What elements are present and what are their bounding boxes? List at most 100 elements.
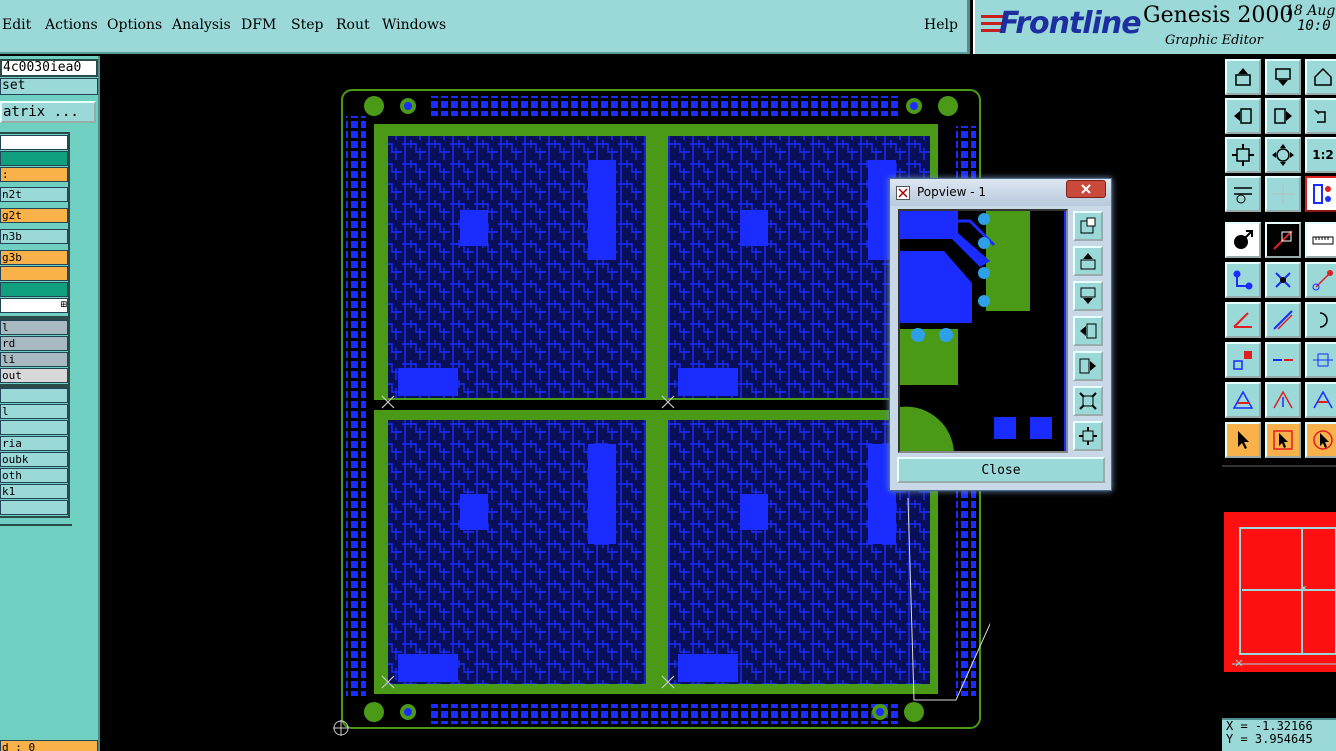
triangle-arrow-icon: [1273, 390, 1293, 409]
layer-row[interactable]: rd: [0, 336, 68, 351]
pv-page-right-button[interactable]: [1073, 351, 1103, 381]
menu-edit[interactable]: Edit: [2, 17, 31, 33]
pan-left-button[interactable]: [1225, 98, 1261, 134]
cross-button[interactable]: [1265, 262, 1301, 298]
brand-banner: Frontline Genesis 2000 Graphic Editor 18…: [973, 0, 1336, 54]
layer-row[interactable]: [0, 388, 68, 403]
matrix-button[interactable]: atrix ...: [0, 101, 96, 123]
popview-close-button[interactable]: Close: [897, 457, 1105, 483]
layer-row[interactable]: g2t: [0, 208, 68, 223]
layer-row[interactable]: ria: [0, 436, 68, 451]
measure-icon: [1273, 230, 1293, 250]
popview-title: Popview - 1: [917, 185, 986, 199]
pcb-button[interactable]: [1305, 176, 1336, 212]
line-button[interactable]: [1265, 302, 1301, 338]
select-box-button[interactable]: [1265, 422, 1301, 458]
divider: [0, 524, 72, 526]
point-button[interactable]: [1305, 262, 1336, 298]
zoom-fit-icon: [1232, 144, 1254, 166]
layer-row[interactable]: oubk: [0, 452, 68, 467]
layer-row[interactable]: oth: [0, 468, 68, 483]
select-button[interactable]: [1225, 422, 1261, 458]
circle-arrow-button[interactable]: [1225, 222, 1261, 258]
select-circle-button[interactable]: [1305, 422, 1336, 458]
layer-row[interactable]: l: [0, 320, 68, 335]
split-icon: [1273, 359, 1293, 361]
pv-fit-all-button[interactable]: [1073, 386, 1103, 416]
menu-help[interactable]: Help: [924, 17, 958, 33]
layer-row[interactable]: :: [0, 167, 68, 182]
menu-windows[interactable]: Windows: [382, 17, 446, 33]
pan-right-button[interactable]: [1265, 98, 1301, 134]
move-icon: [1233, 351, 1252, 370]
pv-page-up-button[interactable]: [1073, 246, 1103, 276]
pcb-icon: [1313, 184, 1331, 204]
home-button[interactable]: [1305, 59, 1336, 95]
arc-button[interactable]: [1305, 302, 1336, 338]
pv-fit-window-button[interactable]: [1073, 421, 1103, 451]
menu-options[interactable]: Options: [107, 17, 162, 33]
close-icon: [1081, 184, 1091, 194]
measure-button[interactable]: [1265, 222, 1301, 258]
ruler-icon: [1312, 236, 1334, 245]
menu-dfm[interactable]: DFM: [241, 17, 276, 33]
home-icon: [1314, 67, 1332, 86]
fit-window-icon: [1079, 427, 1097, 445]
layer-row[interactable]: [0, 151, 68, 166]
layer-row[interactable]: [0, 135, 68, 150]
zoom-in-icon: [1080, 217, 1096, 234]
close-window-button[interactable]: [1066, 180, 1106, 198]
job-name[interactable]: 4c0030iea0: [0, 59, 98, 77]
home-up-icon: [1235, 68, 1251, 86]
window-app-icon: [896, 186, 910, 200]
pv-page-down-button[interactable]: [1073, 281, 1103, 311]
page-down-icon: [1080, 287, 1096, 304]
triangle-up-button[interactable]: [1305, 382, 1336, 418]
layer-row[interactable]: [0, 420, 68, 435]
zoom-center-button[interactable]: [1265, 137, 1301, 173]
menu-rout[interactable]: Rout: [336, 17, 370, 33]
home-down-button[interactable]: [1265, 59, 1301, 95]
zoom-fit-button[interactable]: [1225, 137, 1261, 173]
move-button[interactable]: [1225, 342, 1261, 378]
snap-button[interactable]: [1225, 176, 1261, 212]
angle-button[interactable]: [1225, 302, 1261, 338]
overview-thumbnail[interactable]: [1222, 510, 1336, 674]
triangle-icon: [1232, 390, 1254, 409]
rotate-button[interactable]: [1305, 98, 1336, 134]
layer-row[interactable]: g3b: [0, 250, 68, 265]
split-button[interactable]: [1265, 342, 1301, 378]
popview-viewport[interactable]: [898, 209, 1068, 453]
page-right-icon: [1079, 358, 1096, 374]
time-label: 10:0: [1297, 18, 1331, 34]
layer-row[interactable]: k1: [0, 484, 68, 499]
menu-step[interactable]: Step: [291, 17, 323, 33]
layer-row[interactable]: li: [0, 352, 68, 367]
layer-row[interactable]: [0, 500, 68, 515]
menu-bar: Edit Actions Options Analysis DFM Step R…: [0, 0, 970, 54]
layer-row[interactable]: n2t: [0, 187, 68, 202]
step-name[interactable]: set: [0, 78, 98, 95]
triangle-button[interactable]: [1225, 382, 1261, 418]
dimension-button[interactable]: [1305, 342, 1336, 378]
pv-zoom-in-button[interactable]: [1073, 211, 1103, 241]
layer-row[interactable]: [0, 282, 68, 297]
pv-page-left-button[interactable]: [1073, 316, 1103, 346]
layer-row[interactable]: out: [0, 368, 68, 383]
menu-analysis[interactable]: Analysis: [172, 17, 231, 33]
layer-toggle-icon[interactable]: ⊞: [60, 300, 68, 310]
scale-button[interactable]: 1:2: [1305, 137, 1336, 173]
layer-row[interactable]: [0, 298, 68, 313]
home-down-icon: [1275, 68, 1291, 86]
menu-actions[interactable]: Actions: [45, 17, 98, 33]
status-field: d : 0: [0, 740, 98, 751]
layer-row[interactable]: [0, 266, 68, 281]
layer-row[interactable]: n3b: [0, 229, 68, 244]
home-up-button[interactable]: [1225, 59, 1261, 95]
layer-row[interactable]: l: [0, 404, 68, 419]
net-button[interactable]: [1225, 262, 1261, 298]
angle-icon: [1233, 312, 1252, 328]
grid-button[interactable]: [1265, 176, 1301, 212]
triangle-arrow-button[interactable]: [1265, 382, 1301, 418]
ruler-button[interactable]: [1305, 222, 1336, 258]
